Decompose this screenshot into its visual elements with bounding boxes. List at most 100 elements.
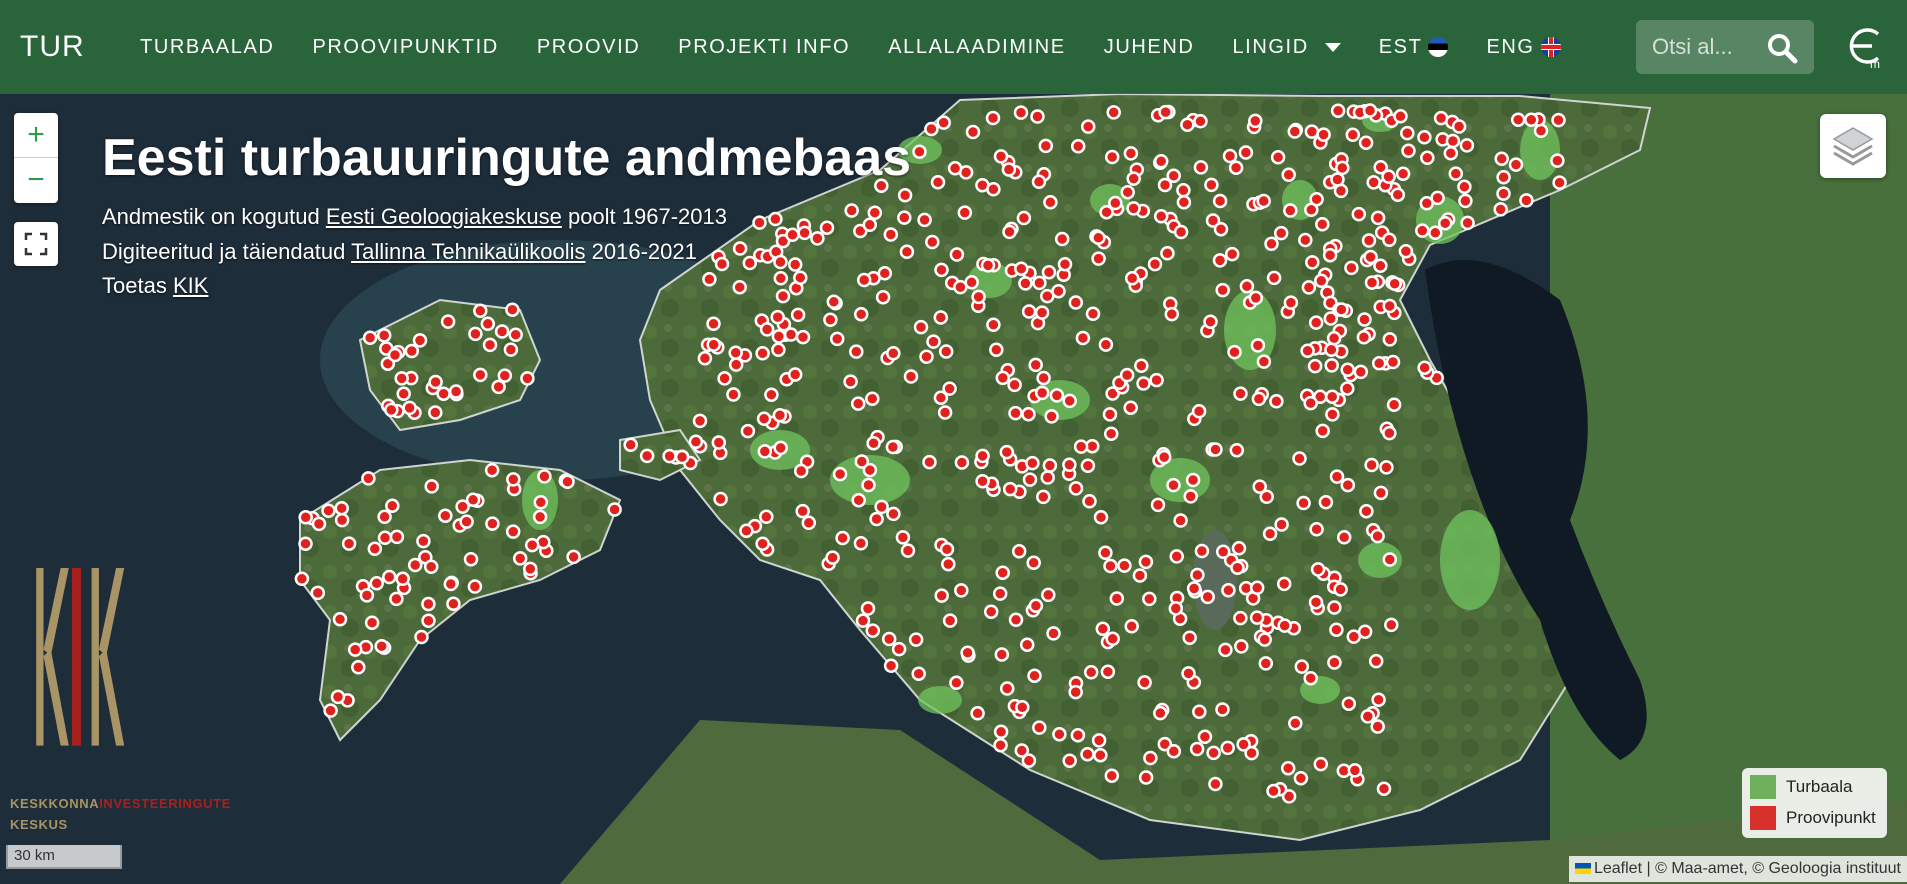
sample-point-marker[interactable] — [937, 405, 953, 420]
sample-point-marker[interactable] — [1103, 558, 1118, 574]
sample-point-marker[interactable] — [494, 324, 510, 339]
sample-point-marker[interactable] — [1091, 230, 1106, 246]
sample-point-marker[interactable] — [853, 307, 869, 322]
brand-logo[interactable]: TUR — [20, 30, 110, 64]
sample-point-marker[interactable] — [1519, 193, 1534, 208]
sample-point-marker[interactable] — [714, 256, 730, 272]
sample-point-marker[interactable] — [402, 400, 417, 416]
sample-point-marker[interactable] — [1386, 397, 1402, 412]
sample-point-marker[interactable] — [463, 551, 479, 567]
sample-point-marker[interactable] — [1329, 622, 1344, 637]
sample-point-marker[interactable] — [414, 629, 429, 645]
sample-point-marker[interactable] — [1093, 747, 1108, 763]
sample-point-marker[interactable] — [986, 182, 1001, 197]
sample-point-marker[interactable] — [913, 319, 929, 335]
sample-point-marker[interactable] — [844, 203, 859, 218]
sample-point-marker[interactable] — [1238, 145, 1254, 160]
sample-point-marker[interactable] — [823, 312, 838, 328]
sample-point-marker[interactable] — [826, 294, 842, 310]
sample-point-marker[interactable] — [1288, 716, 1303, 731]
sample-point-marker[interactable] — [732, 279, 747, 295]
sample-point-marker[interactable] — [1460, 215, 1475, 231]
sample-point-marker[interactable] — [1126, 201, 1141, 216]
sample-point-marker[interactable] — [1309, 522, 1324, 537]
sample-point-marker[interactable] — [1233, 386, 1248, 401]
sample-point-marker[interactable] — [953, 279, 968, 295]
sample-point-marker[interactable] — [1068, 295, 1084, 310]
sample-point-marker[interactable] — [797, 225, 812, 241]
sample-point-marker[interactable] — [491, 379, 506, 395]
lang-est-button[interactable]: EST — [1379, 36, 1449, 59]
sample-point-marker[interactable] — [865, 623, 881, 638]
sample-point-marker[interactable] — [1224, 246, 1240, 262]
sample-point-marker[interactable] — [1160, 246, 1175, 261]
sample-point-marker[interactable] — [607, 502, 622, 517]
sample-point-marker[interactable] — [389, 591, 404, 607]
nav-proovid[interactable]: PROOVID — [537, 36, 640, 59]
sample-point-marker[interactable] — [1236, 737, 1251, 752]
sample-point-marker[interactable] — [1229, 442, 1245, 458]
sample-point-marker[interactable] — [740, 423, 756, 439]
sample-point-marker[interactable] — [421, 613, 436, 628]
sample-point-marker[interactable] — [1192, 704, 1207, 719]
sample-point-marker[interactable] — [985, 110, 1001, 126]
sample-point-marker[interactable] — [1401, 143, 1416, 159]
sample-point-marker[interactable] — [787, 257, 803, 272]
sample-point-marker[interactable] — [1437, 215, 1453, 231]
sample-point-marker[interactable] — [965, 124, 981, 140]
sample-point-marker[interactable] — [986, 317, 1001, 332]
sample-point-marker[interactable] — [1185, 472, 1201, 488]
sample-point-marker[interactable] — [321, 503, 336, 518]
sample-point-marker[interactable] — [1157, 177, 1173, 193]
sample-point-marker[interactable] — [1330, 103, 1346, 118]
sample-point-marker[interactable] — [1183, 489, 1198, 504]
sample-point-marker[interactable] — [1323, 311, 1339, 326]
sample-point-marker[interactable] — [862, 217, 878, 233]
sample-point-marker[interactable] — [1027, 668, 1042, 683]
sample-point-marker[interactable] — [1359, 503, 1374, 519]
sample-point-marker[interactable] — [692, 413, 708, 429]
sample-point-marker[interactable] — [865, 391, 880, 406]
sample-point-marker[interactable] — [1443, 145, 1459, 161]
sample-point-marker[interactable] — [897, 210, 912, 225]
sample-point-marker[interactable] — [926, 334, 941, 349]
sample-point-marker[interactable] — [532, 509, 548, 525]
sample-point-marker[interactable] — [396, 386, 411, 402]
sample-point-marker[interactable] — [1524, 112, 1539, 128]
sample-point-marker[interactable] — [1147, 256, 1163, 272]
sample-point-marker[interactable] — [1327, 655, 1342, 670]
sample-point-marker[interactable] — [533, 495, 549, 510]
sample-point-marker[interactable] — [1025, 455, 1040, 471]
sample-point-marker[interactable] — [1230, 560, 1245, 575]
sample-point-marker[interactable] — [512, 551, 528, 566]
sample-point-marker[interactable] — [503, 342, 519, 357]
sample-point-marker[interactable] — [1318, 494, 1334, 510]
sample-point-marker[interactable] — [1398, 243, 1414, 259]
sample-point-marker[interactable] — [983, 604, 999, 619]
sample-point-marker[interactable] — [992, 586, 1008, 601]
sample-point-marker[interactable] — [428, 405, 443, 420]
sample-point-marker[interactable] — [1203, 314, 1218, 329]
sample-point-marker[interactable] — [1301, 280, 1317, 295]
sample-point-marker[interactable] — [1036, 370, 1051, 386]
sample-point-marker[interactable] — [861, 477, 876, 493]
sample-point-marker[interactable] — [1138, 770, 1154, 785]
sample-point-marker[interactable] — [1138, 554, 1154, 570]
sample-point-marker[interactable] — [1021, 304, 1037, 319]
sample-point-marker[interactable] — [1164, 306, 1180, 322]
sample-point-marker[interactable] — [428, 374, 443, 390]
sample-point-marker[interactable] — [1451, 119, 1467, 134]
sample-point-marker[interactable] — [566, 549, 581, 565]
sample-point-marker[interactable] — [1381, 169, 1396, 184]
sample-point-marker[interactable] — [1334, 302, 1349, 317]
sample-point-marker[interactable] — [853, 536, 869, 551]
sample-point-marker[interactable] — [506, 472, 521, 487]
sample-point-marker[interactable] — [1104, 149, 1120, 165]
sample-point-marker[interactable] — [1068, 481, 1084, 496]
sample-point-marker[interactable] — [1347, 763, 1363, 778]
sample-point-marker[interactable] — [1296, 495, 1311, 511]
sample-point-marker[interactable] — [1364, 275, 1380, 290]
sample-point-marker[interactable] — [1093, 510, 1109, 525]
sample-point-marker[interactable] — [773, 271, 789, 286]
sample-point-marker[interactable] — [688, 434, 704, 450]
